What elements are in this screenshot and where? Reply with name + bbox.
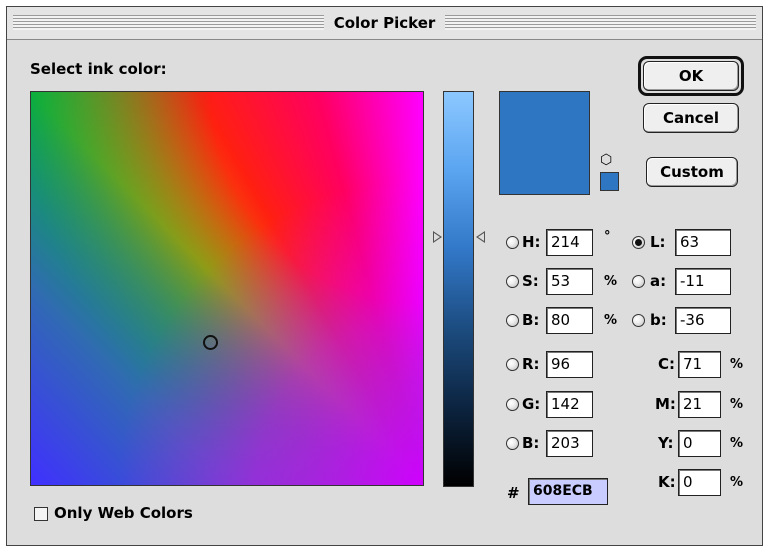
green-field[interactable]: 142 (546, 391, 593, 418)
cyan-field[interactable]: 71 (678, 351, 721, 378)
radio-blue[interactable] (506, 437, 519, 450)
select-ink-color-label: Select ink color: (30, 60, 167, 78)
lightness-slider[interactable] (443, 91, 474, 487)
color-field[interactable] (30, 91, 424, 486)
radio-brightness[interactable] (506, 314, 519, 327)
slider-left-arrow-icon[interactable] (433, 231, 442, 243)
magenta-label: M: (655, 395, 676, 413)
hex-field[interactable]: 608ECB (528, 478, 608, 505)
brightness-field[interactable]: 80 (546, 307, 593, 334)
hue-label: H: (522, 233, 541, 251)
gamut-correction-swatch[interactable] (600, 172, 619, 191)
cyan-unit: % (730, 357, 744, 372)
lab-l-label: L: (650, 233, 666, 251)
slider-right-arrow-icon[interactable] (476, 231, 485, 243)
red-label: R: (522, 355, 540, 373)
custom-button[interactable]: Custom (646, 157, 738, 187)
current-color-swatch (499, 91, 590, 195)
window-title: Color Picker (323, 14, 446, 32)
saturation-unit: % (604, 274, 618, 289)
black-label: K: (658, 473, 676, 491)
blue-label: B: (522, 434, 540, 452)
saturation-label: S: (522, 272, 539, 290)
gamut-warning-icon[interactable]: ⬡ (600, 152, 612, 168)
lab-l-field[interactable]: 63 (675, 229, 731, 256)
brightness-unit: % (604, 313, 618, 328)
lab-b-field[interactable]: -36 (675, 307, 731, 334)
black-field[interactable]: 0 (678, 469, 721, 496)
yellow-label: Y: (658, 434, 674, 452)
radio-green[interactable] (506, 398, 519, 411)
lab-a-field[interactable]: -11 (675, 268, 731, 295)
radio-hue[interactable] (506, 236, 519, 249)
only-web-colors-checkbox[interactable] (34, 507, 48, 521)
brightness-label: B: (522, 311, 540, 329)
title-bar[interactable]: Color Picker (7, 7, 762, 40)
cyan-label: C: (658, 355, 676, 373)
title-wrap: Color Picker (7, 14, 762, 32)
radio-red[interactable] (506, 358, 519, 371)
magenta-unit: % (730, 397, 744, 412)
hue-unit: ° (604, 229, 611, 244)
saturation-field[interactable]: 53 (546, 268, 593, 295)
hex-label: # (507, 484, 520, 502)
radio-lab-l[interactable] (632, 236, 645, 249)
black-unit: % (730, 475, 744, 490)
color-field-marker[interactable] (203, 335, 218, 350)
red-field[interactable]: 96 (546, 351, 593, 378)
color-field-magenta-layer (31, 92, 423, 485)
radio-saturation[interactable] (506, 275, 519, 288)
radio-lab-b[interactable] (632, 314, 645, 327)
green-label: G: (522, 395, 541, 413)
lab-a-label: a: (650, 272, 667, 290)
cancel-button[interactable]: Cancel (643, 103, 739, 133)
radio-lab-a[interactable] (632, 275, 645, 288)
ok-button[interactable]: OK (643, 61, 739, 91)
hue-field[interactable]: 214 (546, 229, 593, 256)
lab-b-label: b: (650, 311, 667, 329)
yellow-field[interactable]: 0 (678, 430, 721, 457)
blue-field[interactable]: 203 (546, 430, 593, 457)
yellow-unit: % (730, 436, 744, 451)
only-web-colors-label[interactable]: Only Web Colors (54, 504, 193, 522)
magenta-field[interactable]: 21 (678, 391, 721, 418)
